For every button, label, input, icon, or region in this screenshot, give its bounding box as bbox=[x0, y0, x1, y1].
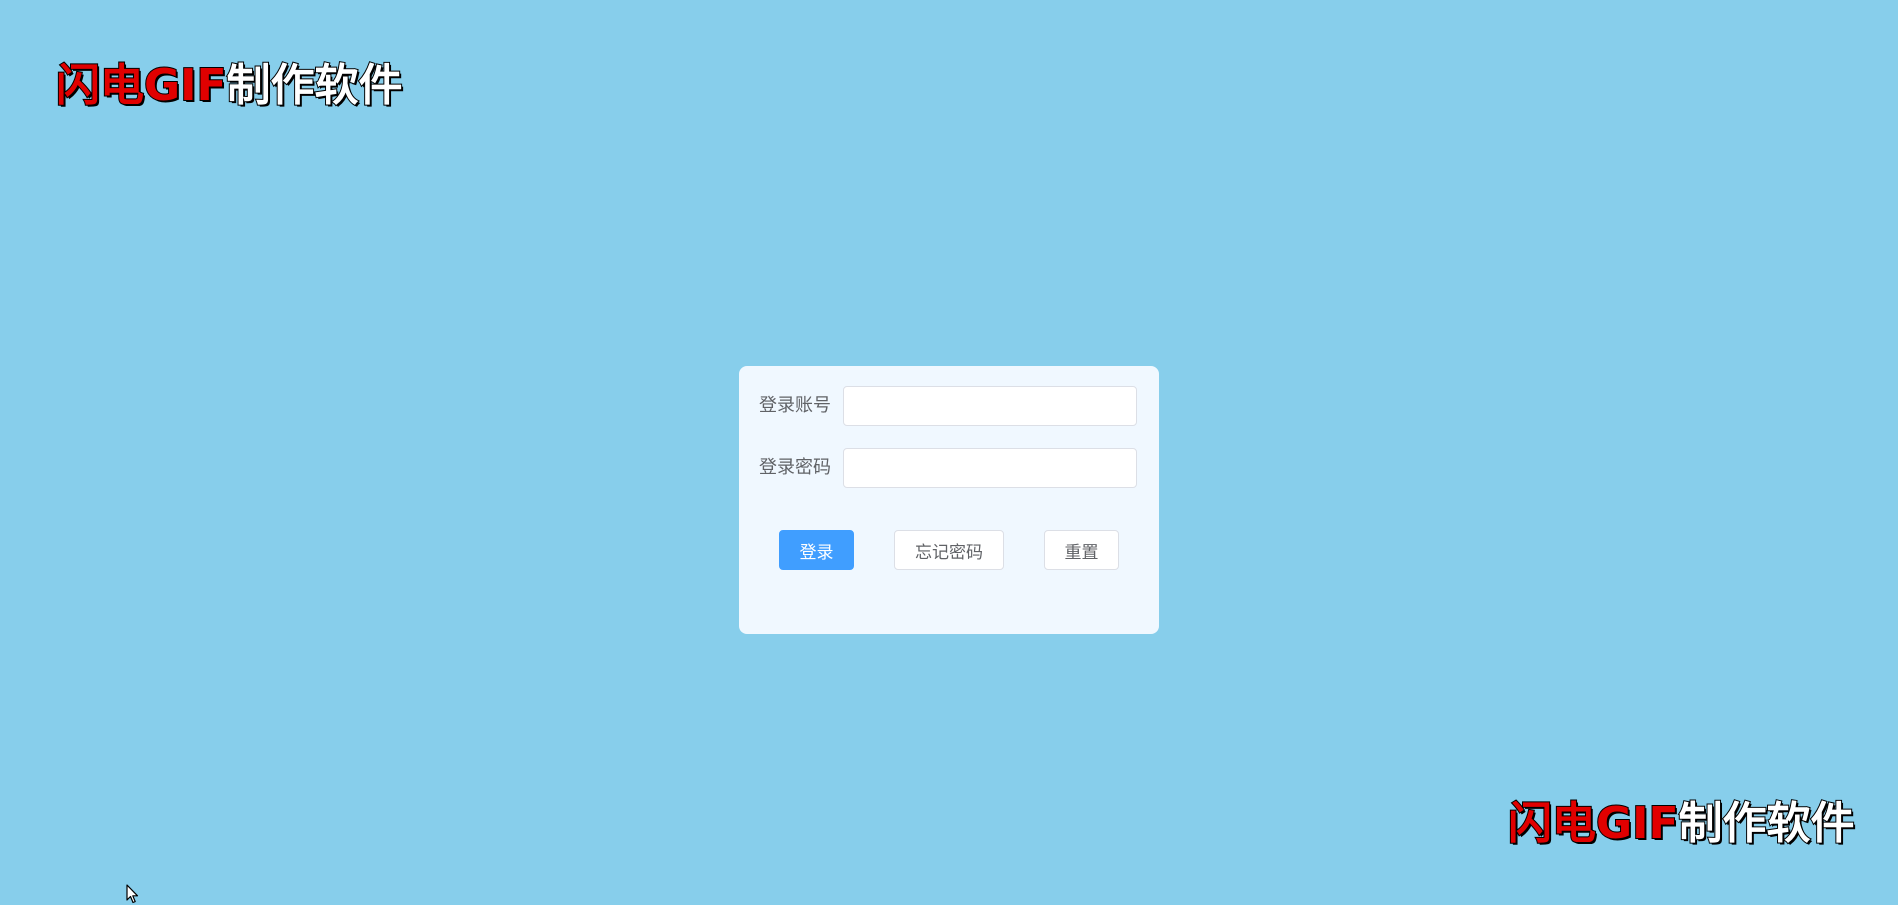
password-input[interactable] bbox=[843, 448, 1137, 488]
watermark-bottom-red: 闪电GIF bbox=[1507, 798, 1680, 849]
account-row: 登录账号 bbox=[759, 386, 1137, 426]
account-input[interactable] bbox=[843, 386, 1137, 426]
desktop-background: 闪电GIF制作软件 登录账号 登录密码 登录 忘记密码 重置 闪电GIF制作软件 bbox=[0, 0, 1898, 905]
password-row: 登录密码 bbox=[759, 448, 1137, 488]
forgot-password-button[interactable]: 忘记密码 bbox=[894, 530, 1004, 570]
watermark-bottom-white: 制作软件 bbox=[1678, 798, 1856, 849]
watermark-top-red: 闪电GIF bbox=[55, 60, 228, 111]
account-label: 登录账号 bbox=[759, 395, 831, 416]
password-label: 登录密码 bbox=[759, 457, 831, 478]
reset-button[interactable]: 重置 bbox=[1044, 530, 1119, 570]
watermark-top-white: 制作软件 bbox=[226, 60, 404, 111]
mouse-pointer-icon bbox=[126, 884, 139, 904]
login-button[interactable]: 登录 bbox=[779, 530, 854, 570]
watermark-bottom: 闪电GIF制作软件 bbox=[1507, 801, 1856, 847]
login-card: 登录账号 登录密码 登录 忘记密码 重置 bbox=[739, 366, 1159, 634]
watermark-top: 闪电GIF制作软件 bbox=[55, 63, 404, 109]
